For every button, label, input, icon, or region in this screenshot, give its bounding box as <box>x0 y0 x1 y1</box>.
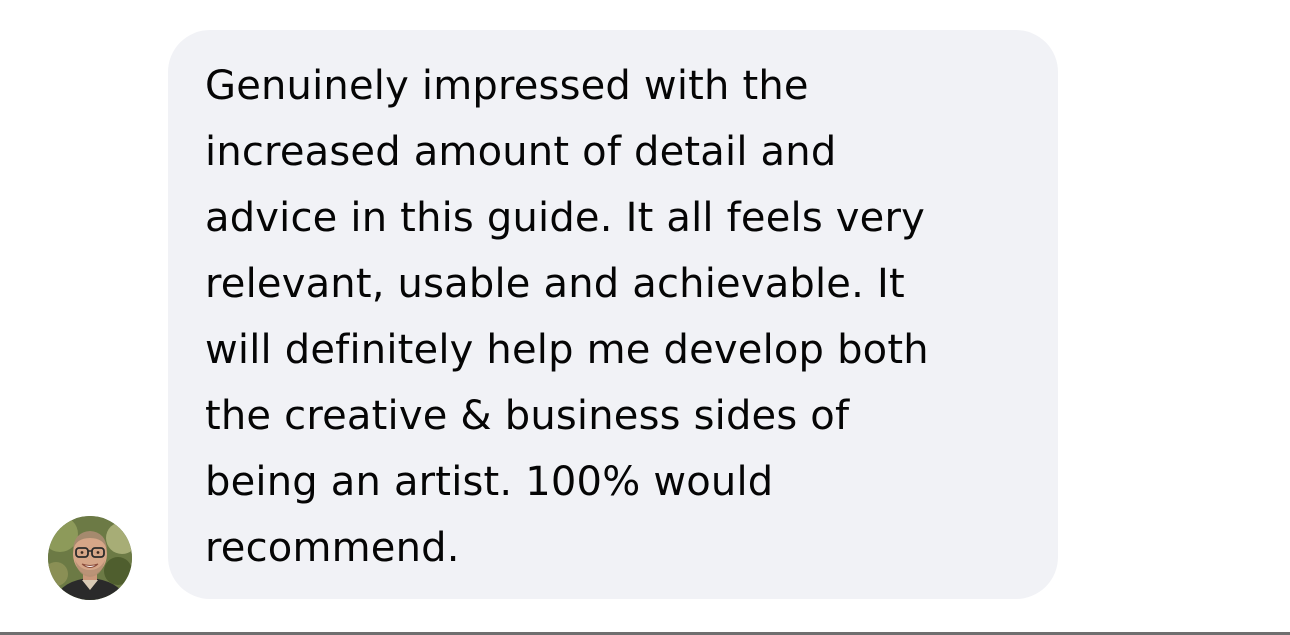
chat-screen: Genuinely impressed with the increased a… <box>0 0 1290 635</box>
message-text: Genuinely impressed with the increased a… <box>205 63 929 571</box>
sender-avatar[interactable] <box>48 516 132 600</box>
profile-photo-icon <box>48 516 132 600</box>
